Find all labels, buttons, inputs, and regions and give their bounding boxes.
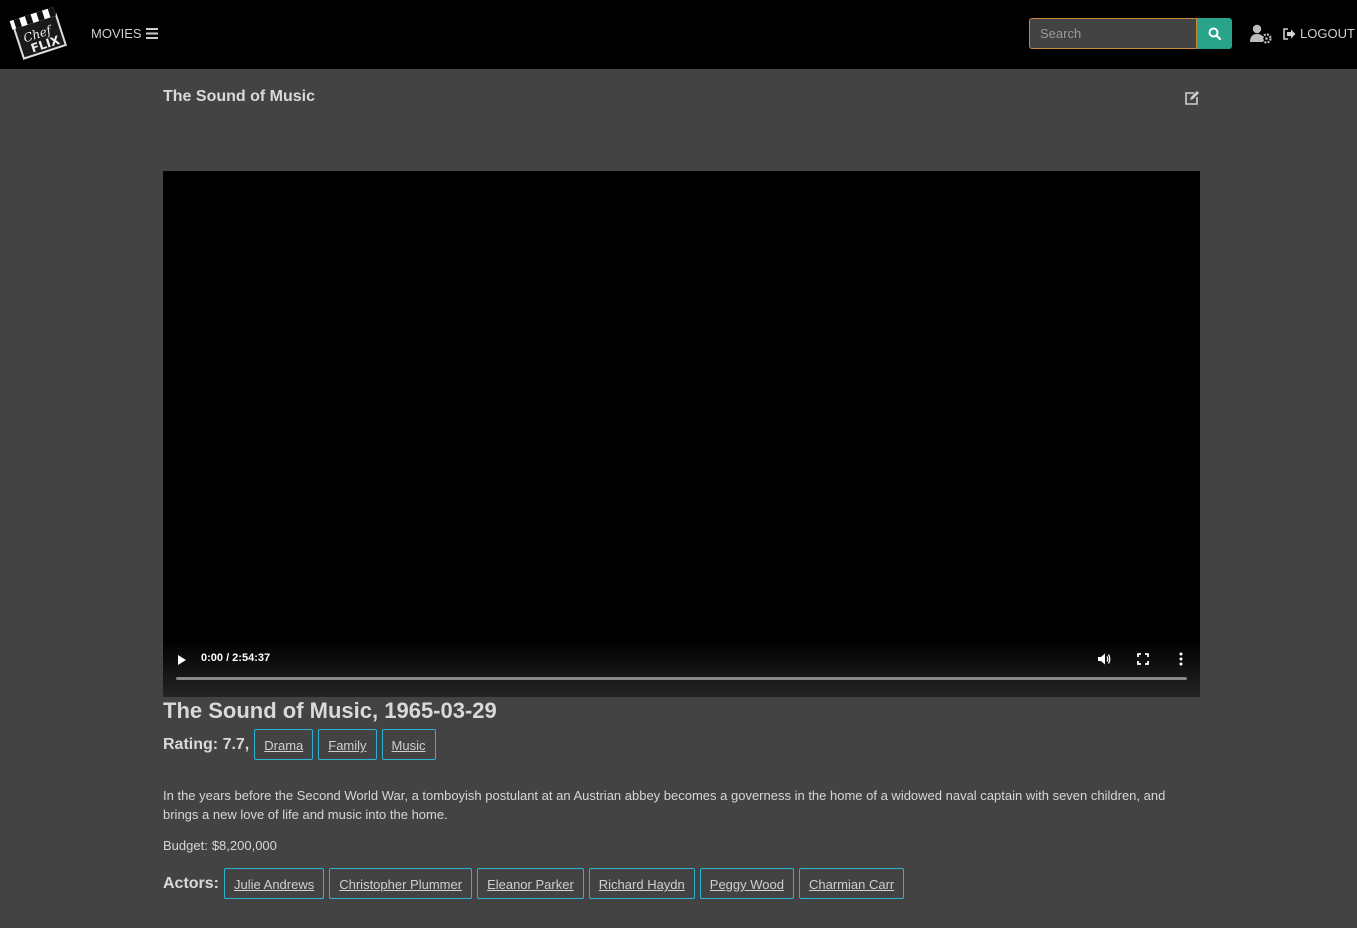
- clapperboard-logo[interactable]: Chef FLIX: [9, 5, 68, 63]
- video-progress-bar[interactable]: [176, 677, 1187, 680]
- user-cog-icon: [1250, 24, 1272, 44]
- search-input[interactable]: [1029, 18, 1197, 49]
- actor-tag[interactable]: Julie Andrews: [224, 868, 325, 899]
- movies-menu[interactable]: MOVIES: [91, 26, 158, 41]
- actor-tag[interactable]: Christopher Plummer: [329, 868, 473, 899]
- bars-icon: [145, 28, 158, 39]
- actor-tag[interactable]: Peggy Wood: [699, 868, 794, 899]
- genre-tag[interactable]: Drama: [254, 729, 314, 760]
- search-icon: [1208, 27, 1221, 40]
- sign-out-icon: [1283, 27, 1296, 40]
- video-controls: 0:00 / 2:54:37: [163, 640, 1200, 697]
- navbar: Chef FLIX MOVIES LOGOUT: [0, 0, 1357, 69]
- movie-overview: In the years before the Second World War…: [163, 788, 1166, 822]
- movie-release-date: 1965-03-29: [384, 698, 497, 723]
- page-title: The Sound of Music: [163, 88, 315, 105]
- rating-row: Rating: 7.7, Drama Family Music: [163, 729, 441, 760]
- rating-label: Rating:: [163, 735, 219, 753]
- more-vertical-icon: [1179, 652, 1183, 666]
- budget: Budget: $8,200,000: [163, 838, 277, 853]
- more-options-button[interactable]: [1177, 651, 1185, 667]
- fullscreen-icon: [1137, 653, 1149, 665]
- budget-label: Budget:: [163, 838, 208, 853]
- movies-menu-label: MOVIES: [91, 26, 142, 41]
- play-button[interactable]: [176, 653, 188, 665]
- fullscreen-button[interactable]: [1137, 652, 1149, 665]
- play-icon: [178, 655, 186, 665]
- movie-title: The Sound of Music,: [163, 698, 379, 723]
- logout-button[interactable]: LOGOUT: [1283, 26, 1355, 41]
- actor-tag[interactable]: Richard Haydn: [588, 868, 695, 899]
- actor-tag[interactable]: Charmian Carr: [798, 868, 905, 899]
- rating-value: 7.7,: [222, 735, 250, 753]
- video-time: 0:00 / 2:54:37: [201, 652, 271, 664]
- video-player[interactable]: 0:00 / 2:54:37: [163, 171, 1200, 697]
- genre-tag[interactable]: Music: [381, 729, 436, 760]
- search-button[interactable]: [1197, 18, 1232, 49]
- genre-tag[interactable]: Family: [318, 729, 377, 760]
- edit-button[interactable]: [1184, 90, 1200, 106]
- volume-icon: [1098, 653, 1111, 665]
- budget-value: $8,200,000: [211, 838, 277, 853]
- rating: Rating: 7.7,: [163, 736, 249, 754]
- movie-heading: The Sound of Music, 1965-03-29: [163, 698, 497, 724]
- volume-button[interactable]: [1097, 652, 1111, 666]
- edit-icon: [1185, 91, 1199, 105]
- actors-label: Actors:: [163, 874, 220, 892]
- actor-tag[interactable]: Eleanor Parker: [477, 868, 584, 899]
- user-settings-button[interactable]: [1250, 24, 1272, 44]
- logout-label: LOGOUT: [1300, 26, 1355, 41]
- actors-row: Actors: Julie Andrews Christopher Plumme…: [163, 868, 909, 899]
